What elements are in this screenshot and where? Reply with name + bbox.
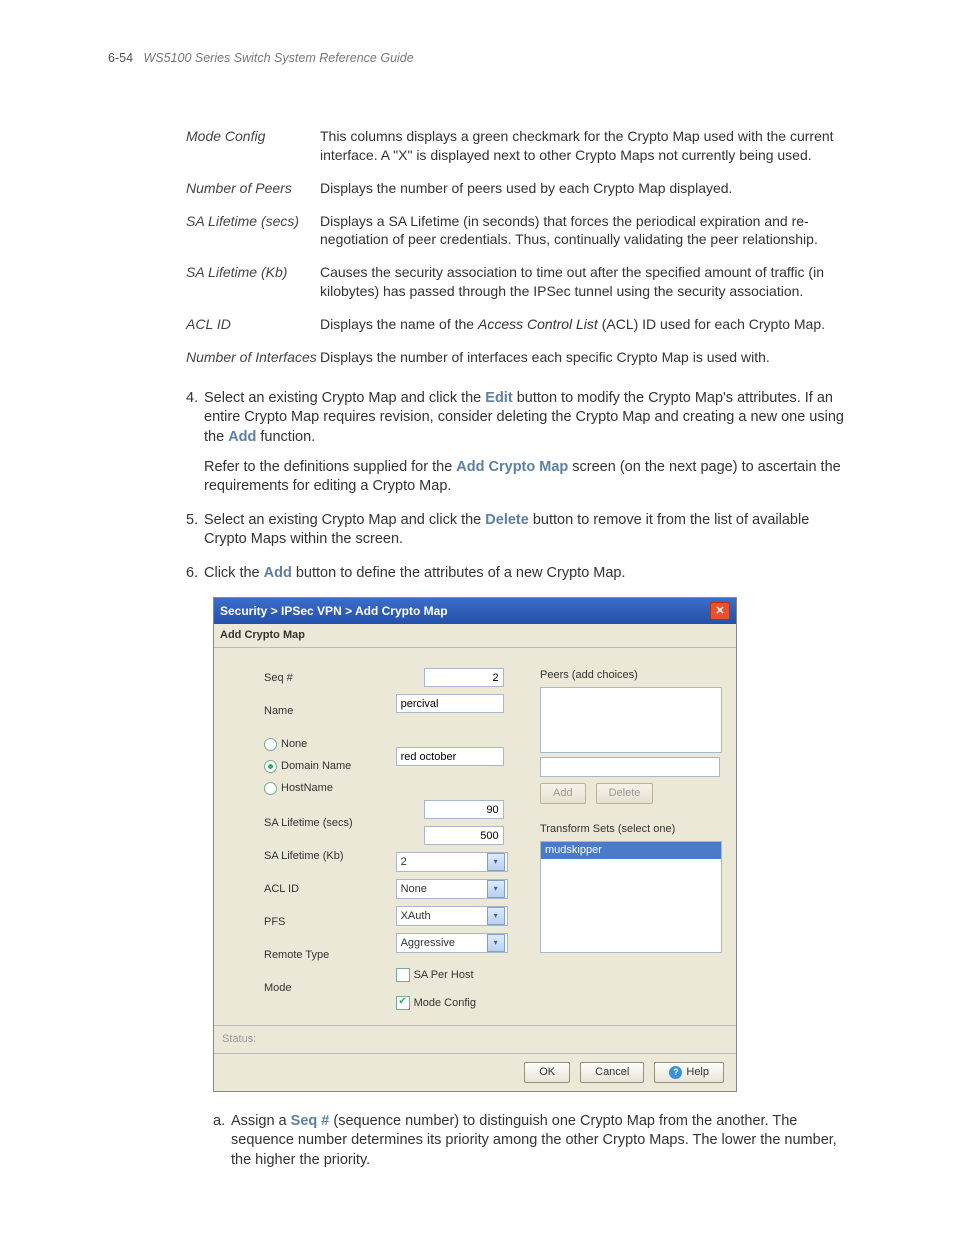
radio-hostname[interactable]: HostName — [264, 778, 368, 800]
label-acl: ACL ID — [264, 879, 368, 899]
step-list: Select an existing Crypto Map and click … — [186, 389, 846, 584]
sa-kb-input[interactable] — [424, 826, 504, 845]
label-remote: Remote Type — [264, 945, 368, 965]
seq-input[interactable] — [424, 668, 504, 687]
remote-type-select[interactable]: XAuth▾ — [396, 906, 508, 926]
close-icon[interactable]: ✕ — [710, 602, 730, 620]
status-bar: Status: — [214, 1025, 736, 1053]
help-button[interactable]: ?Help — [654, 1062, 724, 1083]
domain-input[interactable] — [396, 747, 504, 766]
peer-entry-input[interactable] — [540, 757, 720, 777]
label-seq: Seq # — [264, 668, 368, 688]
def-desc: Displays a SA Lifetime (in seconds) that… — [320, 212, 846, 250]
add-keyword: Add — [228, 429, 256, 445]
dialog-subtitle: Add Crypto Map — [214, 624, 736, 648]
transform-sets-listbox[interactable]: mudskipper — [540, 841, 722, 953]
add-crypto-map-dialog: Security > IPSec VPN > Add Crypto Map ✕ … — [213, 597, 737, 1091]
def-row-acl-id: ACL ID Displays the name of the Access C… — [186, 315, 846, 334]
pfs-select[interactable]: None▾ — [396, 879, 508, 899]
substep-list: Assign a Seq # (sequence number) to dist… — [213, 1112, 846, 1171]
name-input[interactable] — [396, 694, 504, 713]
transform-selected-item[interactable]: mudskipper — [541, 842, 721, 859]
peer-delete-button[interactable]: Delete — [596, 783, 654, 804]
def-row-num-peers: Number of Peers Displays the number of p… — [186, 179, 846, 198]
def-desc: This columns displays a green checkmark … — [320, 127, 846, 165]
dialog-breadcrumb: Security > IPSec VPN > Add Crypto Map — [220, 603, 448, 619]
def-row-mode-config: Mode Config This columns displays a gree… — [186, 127, 846, 165]
def-term: SA Lifetime (Kb) — [186, 263, 320, 301]
mode-config-checkbox[interactable]: ✔ — [396, 996, 410, 1010]
step-4: Select an existing Crypto Map and click … — [186, 389, 846, 497]
chevron-down-icon: ▾ — [487, 880, 505, 898]
sa-secs-input[interactable] — [424, 800, 504, 819]
def-row-sa-secs: SA Lifetime (secs) Displays a SA Lifetim… — [186, 212, 846, 250]
label-sa-secs: SA Lifetime (secs) — [264, 813, 368, 833]
label-name: Name — [264, 701, 368, 721]
sa-per-host-checkbox[interactable] — [396, 968, 410, 982]
acl-select[interactable]: 2▾ — [396, 852, 508, 872]
add-crypto-map-keyword: Add Crypto Map — [456, 459, 568, 475]
def-term: ACL ID — [186, 315, 320, 334]
ok-button[interactable]: OK — [524, 1062, 570, 1083]
chevron-down-icon: ▾ — [487, 907, 505, 925]
peer-add-button[interactable]: Add — [540, 783, 586, 804]
delete-keyword: Delete — [485, 512, 529, 528]
definition-table: Mode Config This columns displays a gree… — [186, 127, 846, 367]
step-6: Click the Add button to define the attri… — [186, 564, 846, 584]
add-keyword: Add — [264, 565, 292, 581]
def-row-sa-kb: SA Lifetime (Kb) Causes the security ass… — [186, 263, 846, 301]
page-number: 6-54 — [108, 51, 133, 65]
chevron-down-icon: ▾ — [487, 853, 505, 871]
mode-select[interactable]: Aggressive▾ — [396, 933, 508, 953]
seq-keyword: Seq # — [291, 1113, 330, 1129]
def-desc: Displays the number of peers used by eac… — [320, 179, 846, 198]
def-row-num-interfaces: Number of Interfaces Displays the number… — [186, 348, 846, 367]
label-transform-sets: Transform Sets (select one) — [540, 822, 722, 837]
doc-title: WS5100 Series Switch System Reference Gu… — [143, 51, 413, 65]
substep-a: Assign a Seq # (sequence number) to dist… — [213, 1112, 846, 1171]
radio-none[interactable]: None — [264, 734, 368, 756]
dialog-footer: OK Cancel ?Help — [214, 1053, 736, 1091]
def-desc: Displays the number of interfaces each s… — [320, 348, 846, 367]
dialog-titlebar: Security > IPSec VPN > Add Crypto Map ✕ — [214, 598, 736, 624]
page-header: 6-54 WS5100 Series Switch System Referen… — [108, 50, 846, 67]
def-desc: Causes the security association to time … — [320, 263, 846, 301]
peers-listbox[interactable] — [540, 687, 722, 753]
step-5: Select an existing Crypto Map and click … — [186, 511, 846, 550]
def-term: Number of Peers — [186, 179, 320, 198]
edit-keyword: Edit — [485, 390, 512, 406]
cancel-button[interactable]: Cancel — [580, 1062, 644, 1083]
def-desc: Displays the name of the Access Control … — [320, 315, 846, 334]
def-term: SA Lifetime (secs) — [186, 212, 320, 250]
label-peers: Peers (add choices) — [540, 668, 722, 683]
label-mode: Mode — [264, 978, 368, 998]
help-icon: ? — [669, 1066, 682, 1079]
radio-domain-name[interactable]: Domain Name — [264, 756, 368, 778]
chevron-down-icon: ▾ — [487, 934, 505, 952]
def-term: Mode Config — [186, 127, 320, 165]
label-sa-kb: SA Lifetime (Kb) — [264, 846, 368, 866]
def-term: Number of Interfaces — [186, 348, 320, 367]
label-pfs: PFS — [264, 912, 368, 932]
